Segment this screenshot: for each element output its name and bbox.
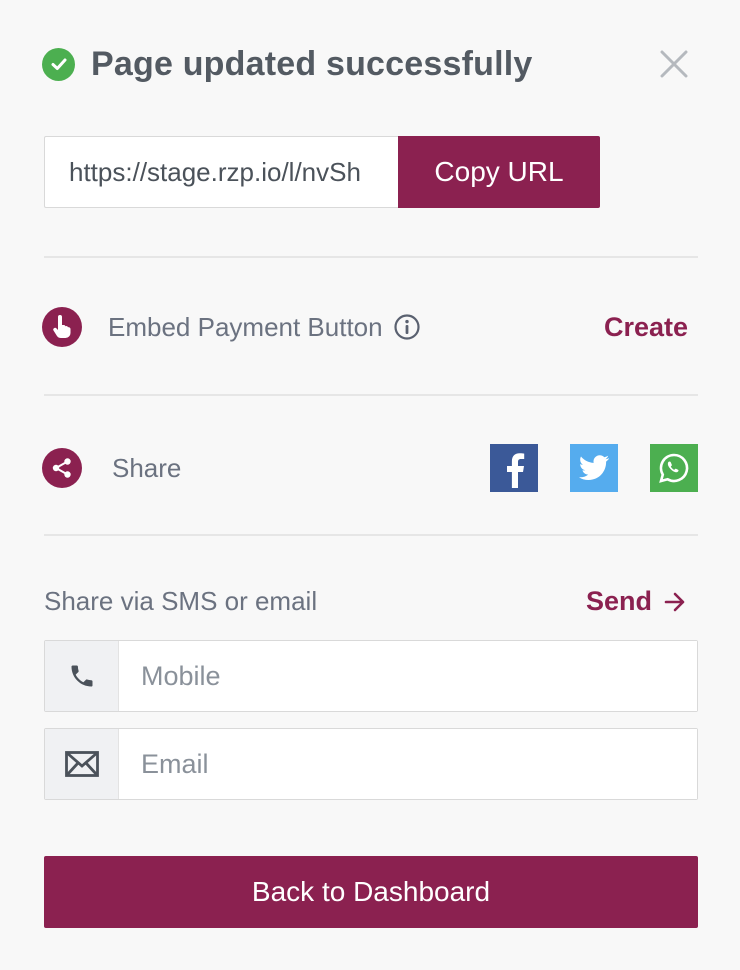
page-url-field[interactable] [44,136,398,208]
envelope-icon [45,729,119,799]
info-icon[interactable] [393,313,421,341]
facebook-icon[interactable] [490,444,538,492]
embed-payment-row: Embed Payment Button Create [42,306,698,348]
mobile-input[interactable] [119,641,697,711]
arrow-right-icon [664,592,685,611]
page-title: Page updated successfully [91,44,533,83]
divider [44,394,698,396]
close-icon[interactable] [660,50,688,78]
url-copy-group: Copy URL [44,136,600,208]
send-button[interactable]: Send [586,586,686,617]
email-input[interactable] [119,729,697,799]
send-label: Send [585,586,652,616]
copy-url-button[interactable]: Copy URL [398,136,600,208]
hand-pointer-icon [42,307,82,347]
success-header: Page updated successfully [42,40,698,88]
share-row: Share [42,444,698,492]
whatsapp-icon[interactable] [650,444,698,492]
divider [44,534,698,536]
divider [44,256,698,258]
social-share-buttons [490,444,698,492]
embed-payment-label: Embed Payment Button [108,311,383,342]
twitter-icon[interactable] [570,444,618,492]
back-to-dashboard-button[interactable]: Back to Dashboard [44,856,698,928]
mobile-field-group [44,640,698,712]
create-button-link[interactable]: Create [604,312,688,343]
email-field-group [44,728,698,800]
sms-email-label: Share via SMS or email [44,586,318,616]
check-circle-icon [42,47,75,81]
share-icon [42,448,82,488]
share-label: Share [112,452,182,483]
phone-icon [45,641,119,711]
